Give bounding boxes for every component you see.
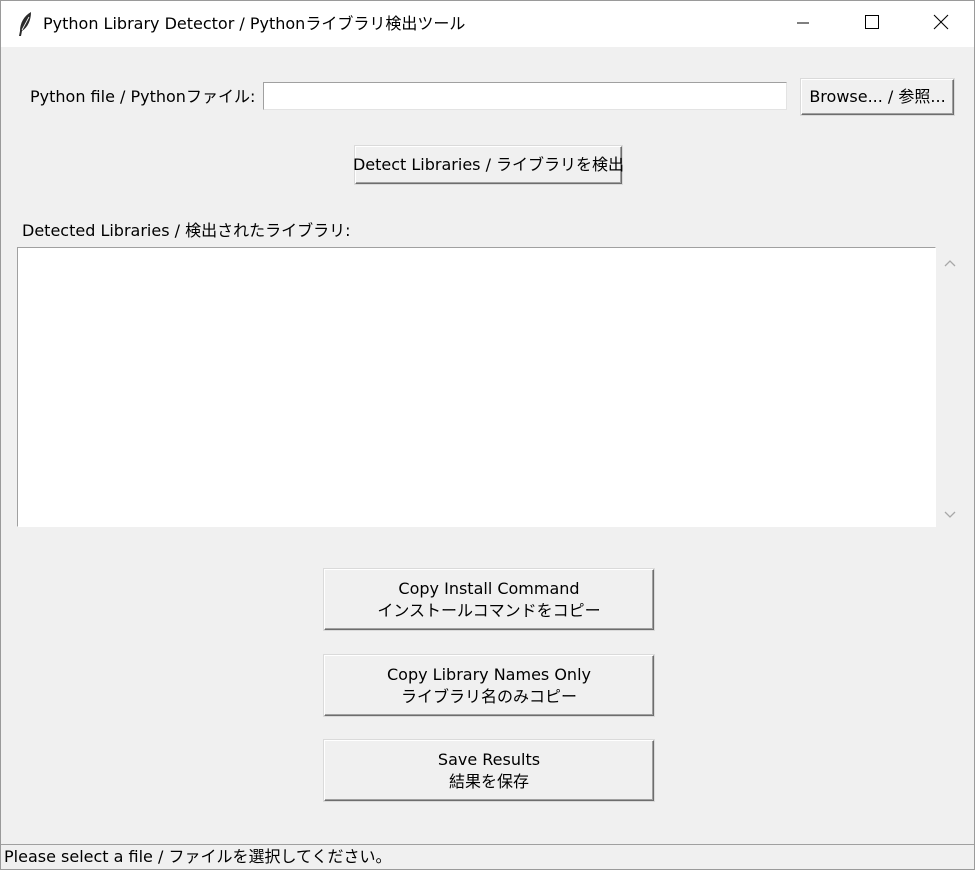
status-bar: Please select a file / ファイルを選択してください。 [1,844,974,870]
copy-names-line1: Copy Library Names Only [387,664,591,684]
copy-names-line2: ライブラリ名のみコピー [400,686,577,706]
results-text-area[interactable] [17,247,936,527]
detect-libraries-button[interactable]: Detect Libraries / ライブラリを検出 [352,146,625,184]
minimize-button[interactable] [768,1,838,47]
copy-library-names-button[interactable]: Copy Library Names Only ライブラリ名のみコピー [324,655,654,716]
browse-button[interactable]: Browse... / 参照... [801,79,954,115]
close-button[interactable] [906,1,975,47]
scroll-up-button[interactable] [937,250,962,272]
copy-install-line1: Copy Install Command [398,578,580,598]
copy-install-line2: インストールコマンドをコピー [377,600,601,620]
app-window: Python Library Detector / Pythonライブラリ検出ツ… [0,0,975,870]
maximize-button[interactable] [837,1,907,47]
status-text: Please select a file / ファイルを選択してください。 [4,847,392,866]
chevron-down-icon [944,504,956,523]
maximize-icon [864,14,880,34]
save-results-button[interactable]: Save Results 結果を保存 [324,740,654,801]
save-results-line2: 結果を保存 [448,771,529,791]
results-label: Detected Libraries / 検出されたライブラリ: [22,221,351,240]
detect-button-label: Detect Libraries / ライブラリを検出 [352,155,625,174]
chevron-up-icon [944,252,956,271]
file-path-input[interactable] [263,82,787,110]
close-icon [933,14,949,34]
file-label: Python file / Pythonファイル: [30,87,256,106]
results-scrollbar[interactable] [937,247,962,527]
minimize-icon [796,15,810,34]
feather-icon [16,11,36,37]
save-results-line1: Save Results [437,749,541,769]
title-bar: Python Library Detector / Pythonライブラリ検出ツ… [1,0,974,47]
window-title: Python Library Detector / Pythonライブラリ検出ツ… [43,14,466,33]
copy-install-command-button[interactable]: Copy Install Command インストールコマンドをコピー [324,569,654,630]
scroll-down-button[interactable] [937,502,962,524]
browse-button-label: Browse... / 参照... [809,87,946,106]
